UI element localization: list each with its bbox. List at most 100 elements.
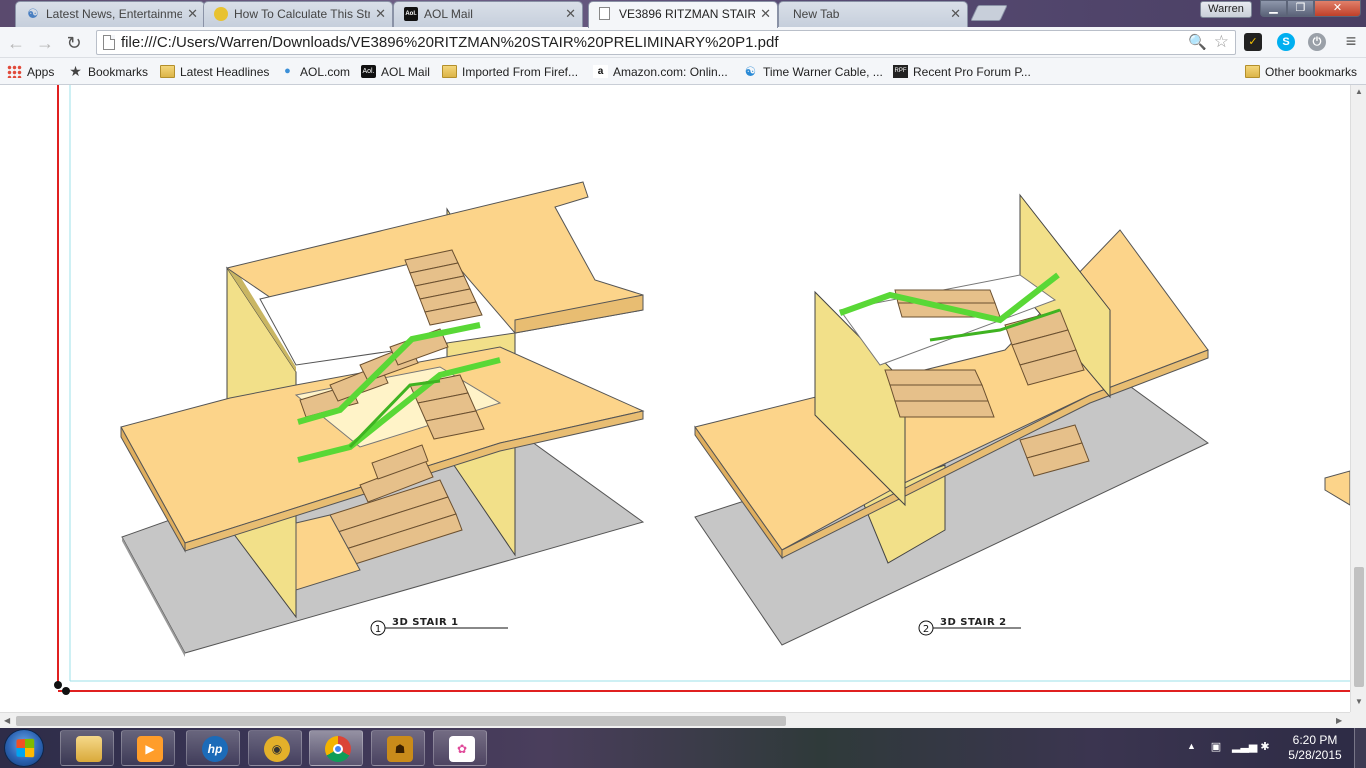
taskbar-media-player[interactable]: ▶ xyxy=(121,730,175,766)
taskbar-game-app[interactable]: ☗ xyxy=(371,730,425,766)
screen: ☯ Latest News, Entertainment ✕ How To Ca… xyxy=(0,0,1366,768)
clock-time: 6:20 PM xyxy=(1292,733,1338,747)
tab-title: How To Calculate This Str xyxy=(234,7,370,21)
media-player-icon: ▶ xyxy=(137,736,163,762)
bookmark-label: Recent Pro Forum P... xyxy=(913,65,1031,79)
vertical-scrollbar[interactable]: ▲ ▼ xyxy=(1350,85,1366,712)
hp-icon: hp xyxy=(202,736,228,762)
bookmark-apps[interactable]: Apps xyxy=(7,62,54,82)
aol-icon: Aol. xyxy=(361,65,376,78)
bookmark-bookmarks[interactable]: ★ Bookmarks xyxy=(68,62,148,82)
vertical-scroll-thumb[interactable] xyxy=(1354,567,1364,687)
aol-icon: ● xyxy=(284,65,291,77)
aol-icon: Aol. xyxy=(404,7,418,21)
new-tab-button[interactable] xyxy=(970,5,1008,21)
close-icon[interactable]: ✕ xyxy=(375,2,386,26)
profile-button[interactable]: Warren xyxy=(1200,1,1252,18)
close-icon[interactable]: ✕ xyxy=(565,2,576,26)
tab-how-to-calculate[interactable]: How To Calculate This Str ✕ xyxy=(203,1,393,27)
page-icon xyxy=(103,35,115,50)
close-icon[interactable]: ✕ xyxy=(950,2,961,26)
view-2-label: 2 3D STAIR 2 xyxy=(918,617,1021,636)
scroll-corner xyxy=(1350,712,1366,728)
partial-drawing-edge xyxy=(1324,470,1350,506)
star-icon: ★ xyxy=(69,63,82,79)
folder-icon xyxy=(76,736,102,762)
taskbar-chrome[interactable] xyxy=(309,730,363,766)
stair-1-model xyxy=(120,181,645,657)
url-text[interactable]: file:///C:/Users/Warren/Downloads/VE3896… xyxy=(121,31,778,54)
tab-ve3896-ritzman-stair[interactable]: VE3896 RITZMAN STAIR P ✕ xyxy=(588,1,778,28)
close-window-button[interactable]: ✕ xyxy=(1314,0,1361,17)
skype-extension-icon[interactable]: S xyxy=(1277,33,1295,51)
horizontal-scrollbar[interactable]: ◀ ▶ xyxy=(0,712,1350,728)
network-signal-icon[interactable]: ▂▃▅ xyxy=(1232,740,1257,754)
close-icon[interactable]: ✕ xyxy=(760,2,771,26)
tab-new-tab[interactable]: New Tab ✕ xyxy=(778,1,968,27)
speaker-icon: ◉ xyxy=(264,736,290,762)
bookmark-label: Other bookmarks xyxy=(1265,65,1358,79)
taskbar-speaker-app[interactable]: ◉ xyxy=(248,730,302,766)
volume-icon[interactable]: ✱ xyxy=(1258,740,1272,754)
taskbar-windows-explorer[interactable] xyxy=(60,730,114,766)
folder-icon xyxy=(1245,65,1260,78)
bookmark-label: Imported From Firef... xyxy=(462,65,579,79)
document-icon xyxy=(599,7,610,20)
bookmarks-bar: Apps ★ Bookmarks Latest Headlines ● AOL.… xyxy=(0,58,1366,85)
pdf-viewer[interactable]: 1 3D STAIR 1 2 3D STAIR 2 xyxy=(0,85,1350,712)
bookmark-label: Bookmarks xyxy=(88,65,149,79)
bookmark-label: Time Warner Cable, ... xyxy=(763,65,883,79)
action-center-icon[interactable]: ▣ xyxy=(1209,740,1223,754)
power-extension-icon[interactable]: ⏻ xyxy=(1308,33,1326,51)
scroll-right-arrow[interactable]: ▶ xyxy=(1336,716,1342,725)
back-button[interactable]: ← xyxy=(4,31,28,55)
bookmark-label: AOL Mail xyxy=(381,65,430,79)
tab-title: VE3896 RITZMAN STAIR P xyxy=(619,7,755,21)
border-corner-marker xyxy=(54,681,62,689)
bookmark-aol-com[interactable]: ● AOL.com xyxy=(280,62,350,82)
apps-grid-icon xyxy=(7,65,22,78)
photo-gallery-icon: ✿ xyxy=(449,736,475,762)
windows-taskbar: ▶ hp ◉ ☗ ✿ ▲ ▣ ▂▃▅ ✱ 6:20 PM 5/28/2015 xyxy=(0,728,1366,768)
other-bookmarks[interactable]: Other bookmarks xyxy=(1245,62,1357,82)
twc-swirl-icon: ☯ xyxy=(744,64,757,79)
scroll-down-arrow[interactable]: ▼ xyxy=(1355,697,1363,706)
tab-latest-news[interactable]: ☯ Latest News, Entertainment ✕ xyxy=(15,1,205,27)
bookmark-time-warner-cable[interactable]: ☯ Time Warner Cable, ... xyxy=(743,62,883,82)
system-clock[interactable]: 6:20 PM 5/28/2015 xyxy=(1284,733,1346,763)
folder-icon xyxy=(442,65,457,78)
scroll-up-arrow[interactable]: ▲ xyxy=(1355,87,1363,96)
bookmark-amazon[interactable]: a Amazon.com: Onlin... xyxy=(593,62,728,82)
bookmark-recent-pro-forum[interactable]: RPF Recent Pro Forum P... xyxy=(893,62,1031,82)
start-button[interactable] xyxy=(4,729,44,767)
view-1-number: 1 xyxy=(375,624,381,635)
show-desktop-button[interactable] xyxy=(1354,728,1366,768)
show-hidden-icons-arrow[interactable]: ▲ xyxy=(1187,741,1196,751)
bookmark-aol-mail[interactable]: Aol. AOL Mail xyxy=(361,62,430,82)
tab-aol-mail[interactable]: Aol. AOL Mail ✕ xyxy=(393,1,583,27)
norton-extension-icon[interactable]: ✓ xyxy=(1244,33,1262,51)
view-2-number: 2 xyxy=(923,624,929,635)
bookmark-star-icon[interactable]: ☆ xyxy=(1214,32,1229,52)
address-bar[interactable]: file:///C:/Users/Warren/Downloads/VE3896… xyxy=(96,30,1236,55)
bookmark-latest-headlines[interactable]: Latest Headlines xyxy=(160,62,269,82)
bookmark-imported-from-firefox[interactable]: Imported From Firef... xyxy=(442,62,578,82)
view-1-title: 3D STAIR 1 xyxy=(392,617,459,628)
tab-title: Latest News, Entertainment xyxy=(46,7,182,21)
game-icon: ☗ xyxy=(387,736,413,762)
bookmark-label: Latest Headlines xyxy=(180,65,270,79)
border-corner-marker xyxy=(62,687,70,695)
folder-icon xyxy=(160,65,175,78)
forward-button[interactable]: → xyxy=(33,31,57,55)
rpf-icon: RPF xyxy=(893,65,908,78)
taskbar-hp-support[interactable]: hp xyxy=(186,730,240,766)
horizontal-scroll-thumb[interactable] xyxy=(16,716,786,726)
chrome-menu-button[interactable]: ≡ xyxy=(1340,31,1362,52)
close-icon[interactable]: ✕ xyxy=(187,2,198,26)
search-icon[interactable]: 🔍 xyxy=(1188,33,1207,51)
taskbar-photo-gallery[interactable]: ✿ xyxy=(433,730,487,766)
reload-button[interactable]: ↻ xyxy=(62,31,86,55)
scroll-left-arrow[interactable]: ◀ xyxy=(4,716,10,725)
maximize-button[interactable]: ❐ xyxy=(1287,0,1314,17)
minimize-button[interactable]: ▁ xyxy=(1260,0,1287,17)
